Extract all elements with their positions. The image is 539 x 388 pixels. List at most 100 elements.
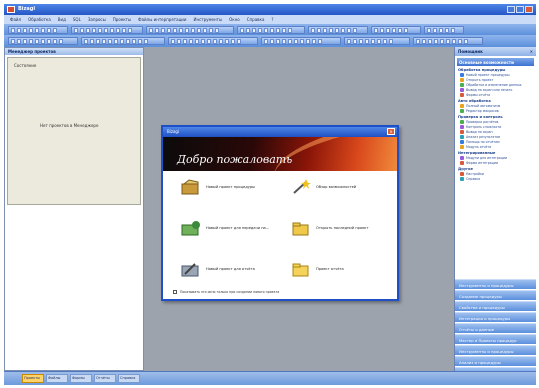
minimize-button[interactable]	[507, 6, 515, 13]
close-button[interactable]	[525, 6, 533, 13]
menu-item[interactable]: Вид	[58, 17, 66, 22]
menu-item[interactable]: Обработка	[28, 17, 51, 22]
menu-item[interactable]: Окно	[229, 17, 240, 22]
show-on-start-checkbox[interactable]	[173, 290, 177, 294]
dialog-option[interactable]: Новый проект процедуры	[181, 179, 255, 195]
assistant-panel-header[interactable]: Свойства и процедуры	[455, 301, 536, 311]
task-icon	[460, 104, 464, 108]
bottom-tab[interactable]: Файлы	[46, 374, 68, 383]
assistant-panel-header[interactable]: Анализ и процедуры	[455, 356, 536, 366]
assistant-panel-header[interactable]: Мастер и Проекты процедур	[455, 334, 536, 344]
toolbar-group[interactable]	[424, 26, 464, 34]
menu-item[interactable]: Запросы	[88, 17, 106, 22]
menu-item[interactable]: Проекты	[113, 17, 131, 22]
dialog-footer: Показывать это окно только при создании …	[173, 290, 279, 294]
assistant-link[interactable]: Редактор макросов	[460, 109, 533, 113]
toolbar-group[interactable]	[71, 26, 143, 34]
assistant-section-title: Проверка и контроль	[458, 115, 503, 119]
dialog-option[interactable]: Проект отчёта	[291, 261, 344, 277]
assistant-link[interactable]: Форма интеграции	[460, 161, 533, 165]
project-list[interactable]: Состояние Нет проектов в Менеджере	[7, 57, 141, 205]
magic-wand-icon	[291, 179, 311, 195]
assistant-link[interactable]: Вывод на экран или печать	[460, 88, 533, 92]
assistant-link[interactable]: Настройки	[460, 172, 533, 176]
toolbar-group[interactable]	[168, 37, 258, 45]
task-icon	[460, 172, 464, 176]
assistant-section-title: Другое	[458, 167, 473, 171]
toolbar-group[interactable]	[261, 37, 341, 45]
maximize-button[interactable]	[516, 6, 524, 13]
menu-item[interactable]: Файл	[10, 17, 21, 22]
menu-item[interactable]: Справка	[247, 17, 265, 22]
menu-item[interactable]: ?	[271, 17, 273, 22]
assistant-link[interactable]: Формы отчёта	[460, 93, 533, 97]
assistant-link-label: Новый проект процедуры	[466, 73, 510, 77]
toolbar-group[interactable]	[146, 26, 234, 34]
assistant-link-label: Модуль отчёта	[466, 145, 492, 149]
assistant-panel-header[interactable]: Инструменты и процедуры	[455, 279, 536, 289]
toolbar-group[interactable]	[81, 37, 165, 45]
toolbar-row-2	[4, 35, 536, 47]
menu-item[interactable]: Инструменты	[194, 17, 223, 22]
assistant-link[interactable]: Модули для интеграции	[460, 156, 533, 160]
assistant-link[interactable]: Проверка расчётов	[460, 120, 533, 124]
assistant-panel-header[interactable]: Создание процедуры	[455, 290, 536, 300]
toolbar-group[interactable]	[237, 26, 305, 34]
assistant-title[interactable]: Основные возможности	[457, 58, 534, 66]
close-icon[interactable]: ✕	[530, 49, 533, 54]
assistant-link[interactable]: Справка	[460, 177, 533, 181]
task-icon	[460, 120, 464, 124]
toolbar-row-1	[4, 24, 536, 35]
dialog-title[interactable]: Bizagi	[163, 127, 397, 137]
menu-item[interactable]: Файлы интерпретации	[138, 17, 186, 22]
toolbar-group[interactable]	[344, 37, 410, 45]
assistant-section-title: Авто обработка	[458, 99, 491, 103]
assistant-link[interactable]: Вывод на экран	[460, 130, 533, 134]
toolbar-group[interactable]	[371, 26, 421, 34]
assistant-link[interactable]: Помощь по отчётам	[460, 140, 533, 144]
bottom-tab[interactable]: Отчёты	[94, 374, 116, 383]
dialog-option[interactable]: Новый проект для передачи на…	[181, 220, 269, 236]
menu-item[interactable]: SQL	[73, 17, 81, 22]
task-icon	[460, 156, 464, 160]
assistant-link-label: Форма интеграции	[466, 161, 499, 165]
assistant-link[interactable]: Анализ результатов	[460, 135, 533, 139]
task-icon	[460, 130, 464, 134]
task-icon	[460, 78, 464, 82]
toolbar-group[interactable]	[8, 26, 68, 34]
dialog-option[interactable]: Открыть последний проект	[291, 220, 369, 236]
dialog-option[interactable]: Обзор возможностей	[291, 179, 356, 195]
toolbar-group[interactable]	[308, 26, 368, 34]
bottom-tab[interactable]: Проекты	[22, 374, 44, 383]
assistant-panel-header[interactable]: Интеграция и процедуры	[455, 312, 536, 322]
welcome-banner: Добро пожаловать	[163, 137, 397, 171]
properties-area[interactable]	[7, 208, 141, 368]
assistant-link[interactable]: Обработка и извлечение данных	[460, 83, 533, 87]
task-icon	[460, 109, 464, 113]
assistant-link[interactable]: Полный автоматизм	[460, 104, 533, 108]
title-bar[interactable]: Bizagi	[4, 4, 536, 15]
wrench-folder-icon	[181, 261, 201, 277]
task-icon	[460, 125, 464, 129]
toolbar-group[interactable]	[413, 37, 483, 45]
task-icon	[460, 177, 464, 181]
assistant-link[interactable]: Новый проект процедуры	[460, 73, 533, 77]
assistant-link[interactable]: Контроль сложности	[460, 125, 533, 129]
task-icon	[460, 88, 464, 92]
bottom-tab[interactable]: Справка	[118, 374, 140, 383]
assistant-panel-header[interactable]: Инструменты и процедуры	[455, 345, 536, 355]
empty-message: Нет проектов в Менеджере	[40, 123, 99, 128]
assistant-panel-header[interactable]: Отчёты и данные	[455, 323, 536, 333]
dialog-option-label: Новый проект для передачи на…	[206, 226, 270, 230]
application-window: Bizagi Файл Обработка Вид SQL Запросы Пр…	[4, 4, 536, 385]
assistant-link[interactable]: Открыть проект	[460, 78, 533, 82]
assistant-link-label: Вывод на экран	[466, 130, 493, 134]
assistant-sections: Обработка процедуры Новый проект процедур…	[455, 68, 536, 181]
dialog-option[interactable]: Новый проект для отчёта	[181, 261, 255, 277]
assistant-link[interactable]: Модуль отчёта	[460, 145, 533, 149]
bottom-tab[interactable]: Формы	[70, 374, 92, 383]
toolbar-group[interactable]	[8, 37, 78, 45]
dialog-close-button[interactable]: ×	[387, 128, 395, 135]
assistant-section-title: Интегрированные	[458, 151, 496, 155]
bottom-tabs: Проекты Файлы Формы Отчёты Справка	[22, 374, 140, 383]
